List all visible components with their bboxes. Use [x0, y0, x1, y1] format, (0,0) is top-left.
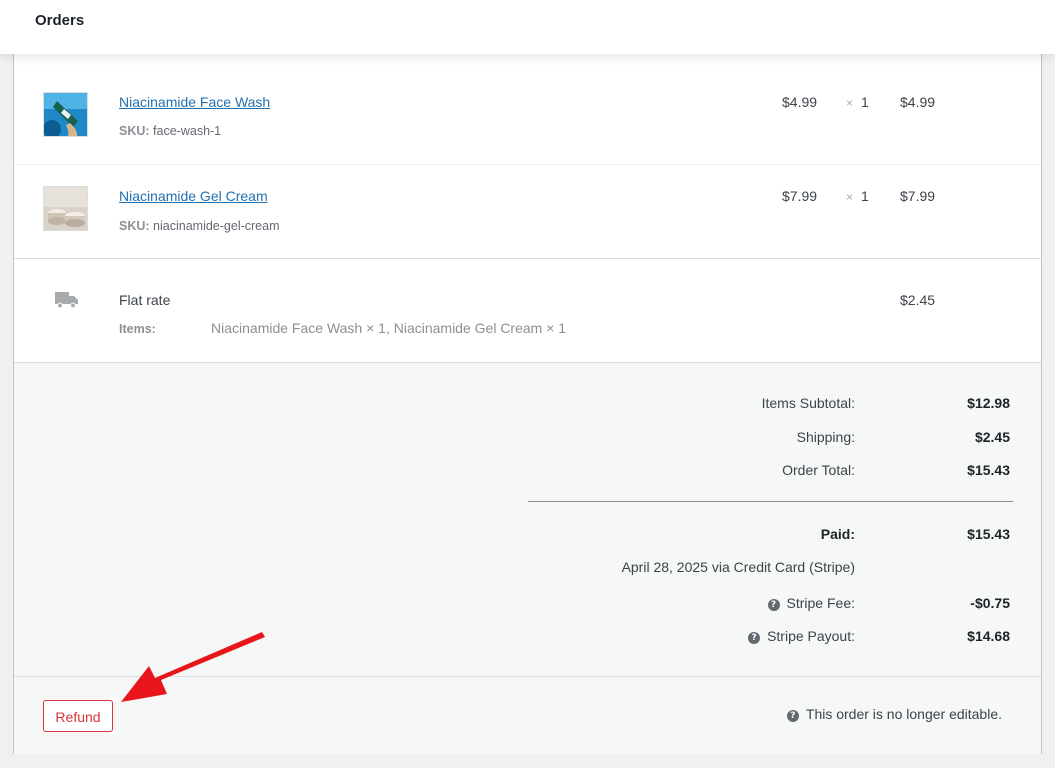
stripe-payout-text: Stripe Payout:	[767, 628, 855, 644]
sku-value: face-wash-1	[153, 124, 222, 138]
shipping-method: Flat rate	[119, 292, 171, 308]
totals-separator	[528, 501, 1013, 502]
items-subtotal-label: Items Subtotal:	[761, 395, 855, 411]
help-icon[interactable]: ?	[767, 599, 780, 611]
not-editable-notice: ? This order is no longer editable.	[786, 706, 1002, 722]
top-bar: Orders	[0, 0, 1055, 54]
stripe-fee-value: -$0.75	[970, 595, 1010, 611]
item-quantity: × 1	[846, 94, 869, 110]
shipping-items-label: Items:	[119, 322, 156, 336]
not-editable-text: This order is no longer editable.	[805, 706, 1002, 722]
qty-value: 1	[861, 94, 869, 110]
sku-label: SKU:	[119, 124, 150, 138]
order-total-value: $15.43	[967, 462, 1010, 478]
product-thumbnail[interactable]	[43, 186, 88, 231]
refund-button[interactable]: Refund	[43, 700, 113, 732]
stripe-fee-text: Stripe Fee:	[786, 595, 855, 611]
items-shipping-divider	[14, 258, 1041, 259]
sku-label: SKU:	[119, 219, 150, 233]
times-sign: ×	[846, 190, 854, 204]
product-link[interactable]: Niacinamide Gel Cream	[119, 188, 268, 204]
line-item: Niacinamide Face Wash SKU: face-wash-1 $…	[14, 54, 1041, 164]
truck-icon	[55, 290, 79, 315]
shipping-items-value: Niacinamide Face Wash × 1, Niacinamide G…	[211, 320, 567, 336]
stripe-payout-label: ? Stripe Payout:	[748, 628, 855, 644]
product-thumbnail[interactable]	[43, 92, 88, 137]
paid-value: $15.43	[967, 526, 1010, 542]
item-price: $7.99	[782, 188, 818, 204]
sku-value: niacinamide-gel-cream	[153, 219, 280, 233]
annotation-arrow-icon	[115, 628, 270, 713]
shipping-total-label: Shipping:	[796, 429, 855, 445]
item-total: $4.99	[900, 94, 936, 110]
order-total-label: Order Total:	[782, 462, 855, 478]
stripe-payout-value: $14.68	[967, 628, 1010, 644]
paid-note: April 28, 2025 via Credit Card (Stripe)	[621, 559, 855, 575]
help-icon[interactable]: ?	[786, 710, 799, 722]
item-price: $4.99	[782, 94, 818, 110]
qty-value: 1	[861, 188, 869, 204]
times-sign: ×	[846, 96, 854, 110]
product-sku: SKU: niacinamide-gel-cream	[119, 219, 280, 233]
shipping-cost: $2.45	[900, 292, 936, 308]
paid-label: Paid:	[820, 526, 855, 542]
items-subtotal-value: $12.98	[967, 395, 1010, 411]
line-item: Niacinamide Gel Cream SKU: niacinamide-g…	[14, 165, 1041, 258]
product-link[interactable]: Niacinamide Face Wash	[119, 94, 270, 110]
stripe-fee-label: ? Stripe Fee:	[767, 595, 855, 611]
help-icon[interactable]: ?	[748, 632, 761, 644]
item-quantity: × 1	[846, 188, 869, 204]
item-total: $7.99	[900, 188, 936, 204]
page-title: Orders	[35, 12, 85, 29]
product-sku: SKU: face-wash-1	[119, 124, 221, 138]
shipping-total-value: $2.45	[974, 429, 1010, 445]
